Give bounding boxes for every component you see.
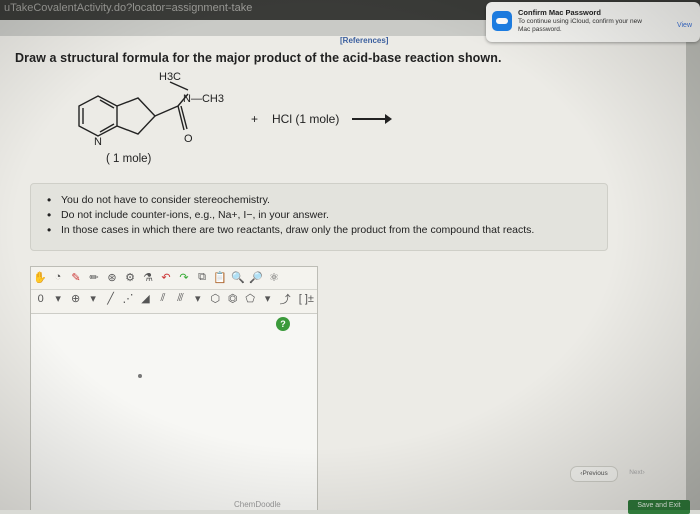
lasso-tool-icon[interactable]: ◔: [51, 270, 65, 284]
instruction-item: Do not include counter-ions, e.g., Na+, …: [47, 208, 607, 223]
chemdoodle-watermark: ChemDoodle: [234, 500, 281, 509]
mac-password-notification[interactable]: Confirm Mac Password To continue using i…: [486, 2, 700, 42]
chevron-right-icon: ›: [642, 469, 645, 476]
eraser-icon[interactable]: ✎: [69, 270, 83, 284]
ring-nitrogen-label: N: [94, 136, 102, 148]
atom-ring-icon[interactable]: ⊛: [105, 270, 119, 284]
chemdoodle-editor: ✋ ◔ ✎ ✏ ⊛ ⚙ ⚗ ↶ ↷ ⧉ 📋 🔍 🔎 ⚛ 0 ▾ ⊕ ▾ ╱ ⋰ …: [30, 266, 318, 510]
next-button[interactable]: Next›: [624, 466, 650, 480]
undo-icon[interactable]: ↶: [159, 270, 173, 284]
carbonyl-oxygen-label: O: [184, 133, 193, 145]
fragment-icon[interactable]: ⚗: [141, 270, 155, 284]
instruction-item: You do not have to consider stereochemis…: [47, 193, 607, 208]
question-text: Draw a structural formula for the major …: [15, 51, 502, 65]
save-and-exit-button[interactable]: Save and Exit: [628, 500, 690, 514]
pyridine-ring: [78, 95, 118, 137]
editor-toolbar-bottom: 0 ▾ ⊕ ▾ ╱ ⋰ ◢ ⫽ ⫻ ▾ ⬡ ⏣ ⬠ ▾ ⤴ [ ]±: [31, 289, 317, 307]
clean-icon[interactable]: ⚛: [267, 270, 281, 284]
pentagon-ring-icon[interactable]: ⬠: [243, 292, 256, 306]
pencil-icon[interactable]: ✏: [87, 270, 101, 284]
reactant-structure: H3C N—CH3 N O: [78, 71, 224, 148]
charge-selector[interactable]: 0: [34, 292, 47, 306]
chevron-down-icon[interactable]: ▾: [86, 292, 99, 306]
canvas-dot: [138, 374, 142, 378]
previous-label: Previous: [582, 470, 608, 477]
redo-icon[interactable]: ↷: [177, 270, 191, 284]
notification-title: Confirm Mac Password: [518, 8, 601, 17]
chevron-down-icon[interactable]: ▾: [261, 292, 274, 306]
paste-icon[interactable]: 📋: [213, 270, 227, 284]
next-label: Next: [629, 469, 643, 476]
hashed-bond-icon[interactable]: ⋰: [121, 292, 134, 306]
copy-icon[interactable]: ⧉: [195, 270, 209, 284]
wedge-bond-icon[interactable]: ◢: [139, 292, 152, 306]
h3c-label: H3C: [159, 71, 181, 83]
template-icon[interactable]: ⚙: [123, 270, 137, 284]
zoom-in-icon[interactable]: 🔍: [231, 270, 245, 284]
instruction-item: In those cases in which there are two re…: [47, 223, 607, 238]
n-methyl-label: N—CH3: [183, 93, 224, 105]
right-scroll-edge: [686, 36, 700, 510]
drawing-canvas[interactable]: [31, 313, 317, 510]
notification-body: To continue using iCloud, confirm your n…: [518, 18, 642, 33]
previous-button[interactable]: ‹Previous: [570, 466, 618, 482]
icloud-icon: [492, 11, 512, 31]
hexagon-ring-icon[interactable]: ⬡: [209, 292, 222, 306]
chevron-down-icon[interactable]: ▾: [191, 292, 204, 306]
hand-tool-icon[interactable]: ✋: [33, 270, 47, 284]
reagent-hcl: HCl (1 mole): [272, 112, 340, 126]
editor-toolbar-top: ✋ ◔ ✎ ✏ ⊛ ⚙ ⚗ ↶ ↷ ⧉ 📋 🔍 🔎 ⚛: [31, 267, 317, 287]
chevron-down-icon[interactable]: ▾: [51, 292, 64, 306]
help-button[interactable]: ?: [276, 317, 290, 331]
zoom-out-icon[interactable]: 🔎: [249, 270, 263, 284]
cyclopentane-ring: [116, 97, 156, 135]
benzene-ring-icon[interactable]: ⏣: [226, 292, 239, 306]
references-link[interactable]: [References]: [340, 36, 388, 45]
curved-arrow-icon[interactable]: ⤴: [278, 292, 291, 306]
double-bond-icon[interactable]: ⫽: [156, 292, 169, 306]
bracket-tool[interactable]: [ ]±: [296, 292, 317, 306]
reaction-arrow: [352, 114, 392, 124]
single-bond-icon[interactable]: ╱: [104, 292, 117, 306]
charge-plus-icon[interactable]: ⊕: [69, 292, 82, 306]
instructions-box: You do not have to consider stereochemis…: [30, 183, 608, 251]
reactant-amount: ( 1 mole): [106, 153, 152, 165]
plus-sign: +: [251, 112, 259, 126]
notification-view-button[interactable]: View: [677, 22, 692, 29]
triple-bond-icon[interactable]: ⫻: [174, 292, 187, 306]
